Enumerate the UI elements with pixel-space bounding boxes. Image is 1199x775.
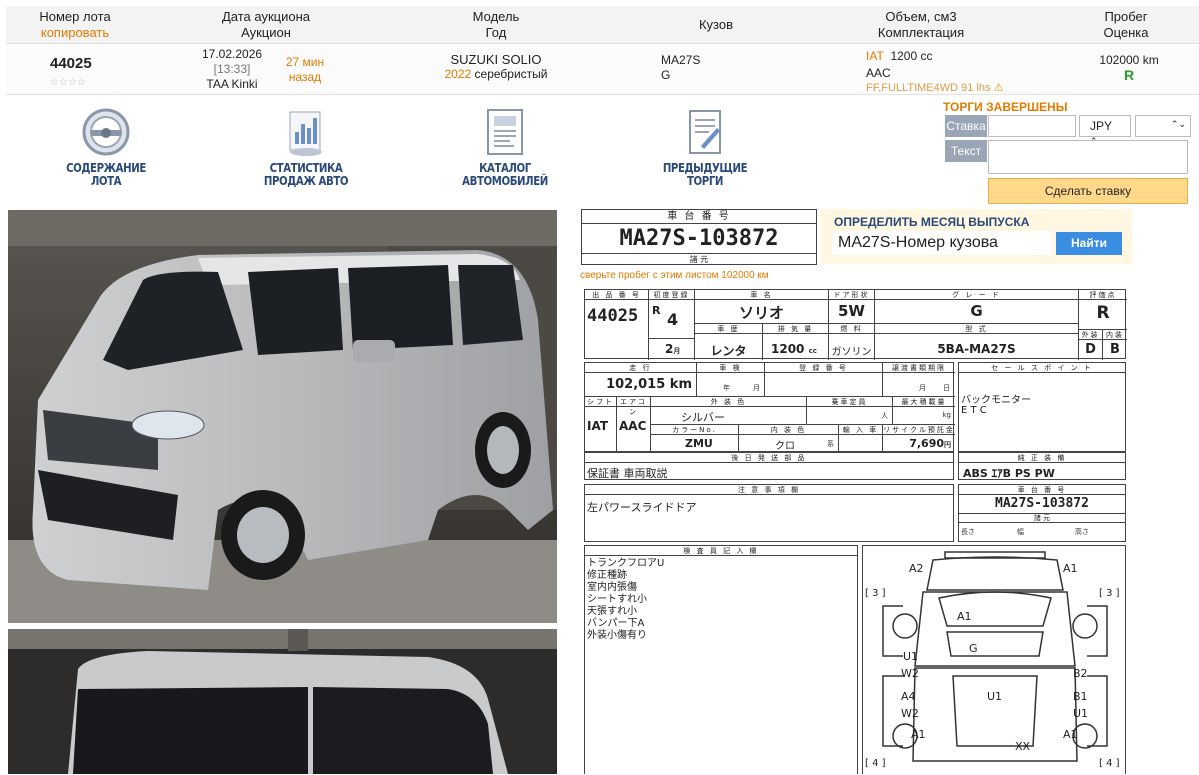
nav-previous-auctions[interactable]: ПРЕДЫДУЩИЕ ТОРГИ <box>640 100 770 188</box>
score-value: R <box>1123 67 1135 83</box>
warning-icon: ⚠ <box>993 82 1004 94</box>
body-code: MA27S <box>661 53 701 67</box>
date-label: Дата аукциона <box>221 9 311 24</box>
nav-sales-stats[interactable]: СТАТИСТИКА ПРОДАЖ АВТО <box>241 100 371 188</box>
copy-link[interactable]: копировать <box>30 25 120 41</box>
catalog-book-icon <box>479 106 531 158</box>
body-cell: MA27S G <box>661 53 700 83</box>
auction-date: 17.02.2026 <box>202 47 263 61</box>
auction-status: ТОРГИ ЗАВЕРШЕНЫ <box>943 100 1068 114</box>
later-parts-box: 後 日 発 送 部 品 保証書 車両取説 <box>584 452 954 480</box>
mileage-cell: 102000 km R <box>1094 53 1164 83</box>
config-label: Комплектация <box>877 25 965 40</box>
time-ago: 27 мин назад <box>280 55 330 85</box>
equipment: FF,FULLTIME4WD 91 lhs <box>866 82 991 94</box>
lot-label: Номер лота <box>39 9 111 24</box>
year-label: Год <box>485 25 507 40</box>
stake-label: Ставка <box>945 115 987 137</box>
stake-input[interactable] <box>988 115 1076 137</box>
sales-points-box: セ ー ル ス ポ イ ン ト バックモニター E T C <box>958 362 1126 452</box>
mileage-value: 102000 km <box>1099 53 1159 67</box>
chassis-box-2: 車 台 番 号 MA27S-103872 諸 元 長さ 幅 高さ <box>958 484 1126 542</box>
place-bid-button[interactable]: Сделать ставку <box>988 178 1188 204</box>
steering-wheel-icon <box>80 106 132 158</box>
lot-col-header: Номер лота копировать <box>30 9 120 41</box>
auction-grade: R <box>1096 303 1110 323</box>
auction-sheet[interactable]: 車 台 番 号 MA27S-103872 諸 元 сверьте пробег … <box>578 209 1138 774</box>
bid-panel: ТОРГИ ЗАВЕРШЕНЫ Ставка JPY ⌃⌄ ⌃⌄ Текст С… <box>943 100 1199 208</box>
grade-label: Оценка <box>1103 25 1149 40</box>
nav-lot-content[interactable]: СОДЕРЖАНИЕ ЛОТА <box>41 100 171 188</box>
stats-chart-icon <box>280 106 332 158</box>
second-select[interactable]: ⌃⌄ <box>1135 115 1191 137</box>
body-grade: G <box>661 68 671 82</box>
document-pen-icon <box>679 106 731 158</box>
equipment-box: 純 正 装 備 ABS ｴｱB PS PW <box>958 452 1126 480</box>
volume-col-header: Объем, см3 Комплектация <box>861 9 981 41</box>
lot-row: 44025 ☆☆☆☆ 17.02.2026 [13:33] TAA Kinki … <box>6 45 1199 95</box>
inspector-notes-box: 検 査 員 記 入 欄 トランクフロアU 修正種跡 室内内張傷 シートすれ小 天… <box>584 545 858 774</box>
nav-car-catalog[interactable]: КАТАЛОГ АВТОМОБИЛЕЙ <box>440 100 570 188</box>
time-ago-value: 27 мин <box>285 55 325 69</box>
model-cell: SUZUKI SOLIO 2022 серебристый <box>436 52 556 82</box>
nav-label: СТАТИСТИКА ПРОДАЖ АВТО <box>263 161 349 188</box>
auction-label: Аукцион <box>241 25 291 40</box>
body-col-header: Кузов <box>698 17 734 32</box>
nav-label: КАТАЛОГ АВТОМОБИЛЕЙ <box>462 161 548 188</box>
time-ago-suffix: назад <box>288 70 322 84</box>
damage-diagram: A2 A1 [ 3 ] [ 3 ] A1 G U1 W2 B2 A4 U1 B1… <box>862 545 1126 774</box>
chassis-number: MA27S-103872 <box>619 226 779 251</box>
nav-label: СОДЕРЖАНИЕ ЛОТА <box>66 161 146 188</box>
chassis-box: 車 台 番 号 MA27S-103872 諸 元 <box>581 209 817 265</box>
sheet-main-grid: 出 品 番 号 44025 初度登録 R 4 2月 車 名 ソリオ ドア形状 5… <box>584 289 1127 360</box>
auction-date-cell: 17.02.2026 [13:33] TAA Kinki <box>202 47 262 92</box>
sheet-lot-number: 44025 <box>587 306 639 326</box>
engine-volume: 1200 cc <box>890 49 933 63</box>
car-photo-rear[interactable] <box>8 629 557 774</box>
nav-label: ПРЕДЫДУЩИЕ ТОРГИ <box>662 161 748 188</box>
sheet-mileage-grid: 走 行 102,015 km 車 検 年 月 登 録 番 号 譲渡書類期限 月 … <box>584 362 955 453</box>
model-label: Модель <box>472 9 520 24</box>
comment-textarea[interactable] <box>988 140 1188 174</box>
model-name: SUZUKI SOLIO <box>450 52 542 67</box>
auction-name: TAA Kinki <box>206 77 258 91</box>
lot-header: Номер лота копировать Дата аукциона Аукц… <box>6 6 1199 44</box>
aircon: AAC <box>866 66 891 80</box>
date-col-header: Дата аукциона Аукцион <box>206 9 326 41</box>
car-photo-front[interactable] <box>8 210 557 623</box>
inspector-notes-list: トランクフロアU 修正種跡 室内内張傷 シートすれ小 天張すれ小 バンパー下A … <box>587 558 665 641</box>
mileage-col-header: Пробег Оценка <box>1086 9 1166 41</box>
volume-label: Объем, см3 <box>885 9 957 24</box>
text-label: Текст <box>945 140 987 162</box>
mileage-label: Пробег <box>1104 9 1148 24</box>
config-cell: IAT 1200 cc AAC FF,FULLTIME4WD 91 lhs ⚠ <box>866 49 1003 96</box>
mileage-check-note: сверьте пробег с этим листом 102000 км <box>580 270 769 281</box>
sheet-mileage: 102,015 km <box>606 377 692 392</box>
currency-select[interactable]: JPY ⌃⌄ <box>1079 115 1131 146</box>
lot-number: 44025 <box>50 55 92 72</box>
auction-time: [13:33] <box>213 62 251 76</box>
model-year: 2022 <box>444 67 472 81</box>
transmission: IAT <box>866 49 884 63</box>
notes-box: 注 意 事 項 欄 左パワースライドドア <box>584 484 954 542</box>
model-color: серебристый <box>474 67 548 81</box>
rating-stars[interactable]: ☆☆☆☆ <box>50 75 86 90</box>
model-col-header: Модель Год <box>446 9 546 41</box>
